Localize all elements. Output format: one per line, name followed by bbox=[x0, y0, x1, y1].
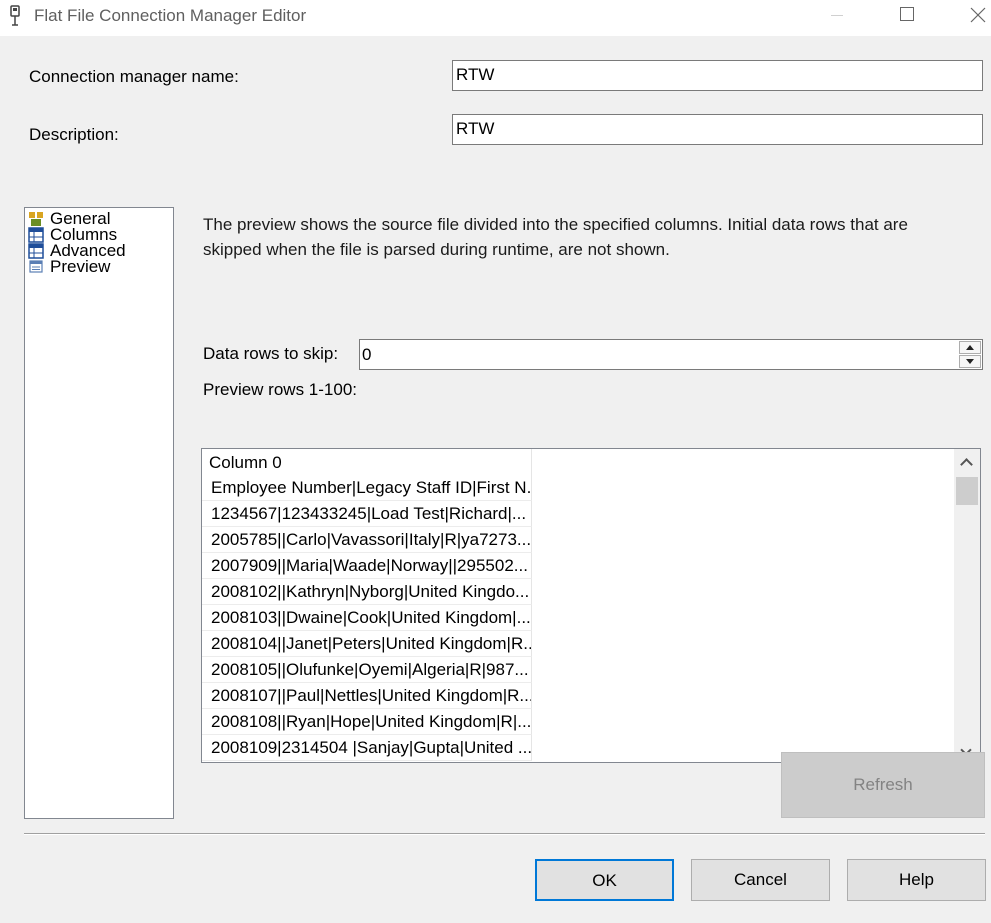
skip-rows-value[interactable]: 0 bbox=[362, 345, 371, 365]
vertical-scrollbar[interactable] bbox=[954, 449, 980, 762]
preview-grid[interactable]: Column 0 Employee Number|Legacy Staff ID… bbox=[201, 448, 981, 763]
table-row[interactable]: 2005785||Carlo|Vavassori|Italy|R|ya7273.… bbox=[202, 527, 532, 553]
description-input[interactable]: RTW bbox=[452, 114, 983, 145]
table-row[interactable]: 1234567|123433245|Load Test|Richard|... bbox=[202, 501, 532, 527]
table-row[interactable]: Employee Number|Legacy Staff ID|First N.… bbox=[202, 475, 532, 501]
stepper-buttons bbox=[959, 341, 981, 368]
column-header[interactable]: Column 0 bbox=[202, 449, 532, 475]
table-row[interactable]: 2008107||Paul|Nettles|United Kingdom|R..… bbox=[202, 683, 532, 709]
nav-item-preview[interactable]: Preview bbox=[28, 257, 111, 276]
grid-rows: Employee Number|Legacy Staff ID|First N.… bbox=[202, 475, 532, 761]
nav-item-label: Preview bbox=[50, 257, 111, 276]
window-title: Flat File Connection Manager Editor bbox=[34, 6, 307, 25]
title-bar: Flat File Connection Manager Editor bbox=[0, 0, 991, 36]
separator-highlight bbox=[24, 834, 985, 835]
advanced-icon bbox=[28, 243, 44, 259]
refresh-button[interactable]: Refresh bbox=[781, 752, 985, 818]
table-row[interactable]: 2007909||Maria|Waade|Norway||295502... bbox=[202, 553, 532, 579]
skip-rows-label: Data rows to skip: bbox=[203, 344, 339, 363]
scroll-up-icon[interactable] bbox=[954, 449, 980, 475]
table-row[interactable]: 2008105||Olufunke|Oyemi|Algeria|R|987... bbox=[202, 657, 532, 683]
stepper-down-button[interactable] bbox=[959, 355, 981, 368]
stepper-up-button[interactable] bbox=[959, 341, 981, 354]
navigation-pane: General Columns Advanced Preview bbox=[24, 207, 174, 819]
table-row[interactable]: 2008102||Kathryn|Nyborg|United Kingdo... bbox=[202, 579, 532, 605]
connection-name-label: Connection manager name: bbox=[29, 67, 239, 86]
columns-icon bbox=[28, 227, 44, 243]
close-button[interactable] bbox=[945, 0, 991, 32]
minimize-button[interactable] bbox=[815, 0, 861, 32]
table-row[interactable]: 2008104||Janet|Peters|United Kingdom|R..… bbox=[202, 631, 532, 657]
preview-icon bbox=[29, 260, 43, 273]
close-icon bbox=[970, 7, 986, 23]
preview-rows-label: Preview rows 1-100: bbox=[203, 380, 358, 399]
description-label: Description: bbox=[29, 125, 119, 144]
preview-description: The preview shows the source file divide… bbox=[203, 215, 908, 259]
table-row[interactable]: 2008103||Dwaine|Cook|United Kingdom|... bbox=[202, 605, 532, 631]
skip-rows-stepper[interactable]: 0 bbox=[359, 339, 983, 370]
table-row[interactable]: 2008109|2314504 |Sanjay|Gupta|United ... bbox=[202, 735, 532, 761]
cancel-button[interactable]: Cancel bbox=[691, 859, 830, 901]
connection-name-input[interactable]: RTW bbox=[452, 60, 983, 91]
table-row[interactable]: 2008108||Ryan|Hope|United Kingdom|R|... bbox=[202, 709, 532, 735]
maximize-button[interactable] bbox=[885, 0, 931, 32]
help-button[interactable]: Help bbox=[847, 859, 986, 901]
general-icon bbox=[29, 212, 43, 226]
ok-button[interactable]: OK bbox=[535, 859, 674, 901]
connection-icon bbox=[10, 5, 20, 26]
scroll-thumb[interactable] bbox=[956, 477, 978, 505]
